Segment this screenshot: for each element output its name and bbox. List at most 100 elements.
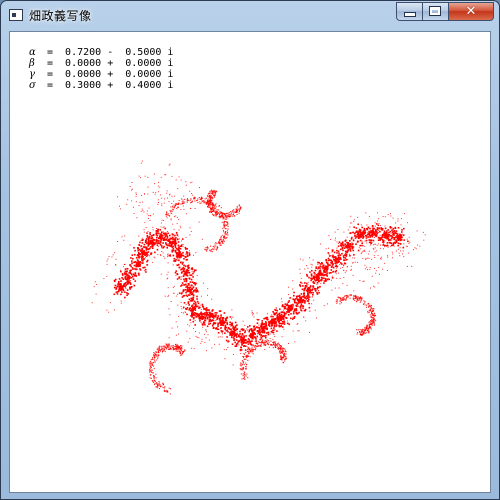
- fractal-point: [263, 331, 266, 333]
- fractal-point: [368, 250, 370, 252]
- fractal-point: [371, 316, 373, 318]
- fractal-point: [298, 305, 299, 307]
- fractal-point: [185, 277, 187, 280]
- fractal-point: [160, 194, 162, 196]
- fractal-point: [293, 294, 295, 297]
- fractal-point: [390, 237, 393, 240]
- fractal-point: [215, 211, 217, 213]
- fractal-point: [366, 327, 368, 329]
- fractal-point: [185, 279, 188, 282]
- fractal-point: [381, 242, 383, 243]
- fractal-point: [226, 316, 229, 319]
- fractal-point: [215, 192, 217, 194]
- fractal-point: [363, 233, 365, 235]
- fractal-point: [196, 313, 198, 315]
- fractal-point: [186, 201, 188, 203]
- fractal-point: [268, 321, 270, 323]
- fractal-point: [154, 352, 156, 354]
- fractal-point: [350, 265, 352, 267]
- fractal-point: [219, 244, 221, 246]
- fractal-point: [157, 244, 158, 246]
- fractal-point: [214, 204, 216, 206]
- fractal-point: [197, 202, 199, 204]
- minimize-icon: [405, 13, 415, 16]
- fractal-point: [170, 347, 172, 349]
- fractal-point: [326, 266, 329, 268]
- fractal-point: [189, 319, 191, 321]
- fractal-point: [328, 235, 330, 237]
- fractal-point: [135, 192, 137, 194]
- minimize-button[interactable]: [396, 2, 423, 21]
- fractal-point: [311, 303, 313, 305]
- fractal-point: [275, 341, 277, 343]
- fractal-point: [182, 246, 184, 248]
- fractal-point: [217, 209, 219, 211]
- fractal-point: [231, 334, 233, 337]
- fractal-point: [382, 216, 384, 217]
- fractal-point: [167, 287, 169, 289]
- fractal-point: [120, 270, 122, 273]
- fractal-point: [400, 234, 403, 237]
- fractal-point: [244, 324, 246, 326]
- fractal-point: [396, 233, 399, 235]
- fractal-point: [187, 269, 190, 272]
- fractal-point: [327, 303, 328, 305]
- fractal-point: [220, 240, 222, 242]
- fractal-point: [387, 242, 389, 244]
- fractal-point: [183, 273, 185, 276]
- maximize-button[interactable]: [423, 2, 449, 21]
- fractal-point: [368, 324, 370, 326]
- fractal-point: [138, 244, 140, 246]
- fractal-point: [350, 269, 352, 271]
- fractal-point: [146, 236, 149, 238]
- fractal-point: [313, 299, 315, 301]
- fractal-point: [347, 250, 349, 252]
- title-bar[interactable]: 畑政義写像 ✕: [1, 1, 499, 31]
- fractal-point: [303, 292, 305, 294]
- fractal-point: [368, 327, 370, 329]
- fractal-point: [278, 320, 280, 323]
- fractal-point: [213, 195, 215, 197]
- fractal-point: [192, 287, 194, 289]
- fractal-point: [206, 308, 208, 309]
- fractal-point: [179, 351, 181, 353]
- fractal-point: [137, 247, 139, 250]
- fractal-point: [345, 259, 348, 261]
- fractal-point: [371, 320, 373, 322]
- fractal-point: [121, 280, 122, 282]
- fractal-point: [325, 273, 328, 276]
- fractal-point: [197, 302, 200, 305]
- fractal-point: [312, 285, 314, 287]
- fractal-point: [333, 256, 335, 258]
- fractal-point: [159, 229, 162, 231]
- fractal-point: [366, 224, 368, 226]
- fractal-point: [388, 234, 391, 236]
- fractal-point: [166, 347, 168, 349]
- fractal-point: [188, 277, 190, 279]
- fractal-point: [222, 323, 224, 325]
- fractal-point: [192, 276, 194, 278]
- fractal-point: [350, 232, 352, 234]
- fractal-point: [357, 329, 359, 331]
- fractal-point: [189, 227, 191, 229]
- fractal-point: [184, 264, 186, 266]
- fractal-point: [299, 284, 301, 286]
- close-button[interactable]: ✕: [449, 2, 494, 21]
- fractal-point: [336, 277, 338, 279]
- fractal-point: [212, 209, 214, 211]
- fractal-point: [307, 293, 309, 295]
- fractal-point: [146, 259, 149, 262]
- fractal-point: [181, 201, 183, 203]
- fractal-point: [336, 302, 338, 304]
- fractal-point: [339, 264, 341, 266]
- fractal-point: [193, 198, 195, 200]
- fractal-point: [194, 314, 196, 317]
- app-icon[interactable]: [9, 9, 23, 21]
- fractal-point: [114, 287, 116, 289]
- fractal-point: [168, 387, 170, 389]
- fractal-point: [131, 260, 133, 262]
- fractal-point: [330, 255, 332, 256]
- fractal-point: [180, 203, 182, 205]
- fractal-point: [278, 313, 281, 315]
- fractal-point: [364, 250, 366, 252]
